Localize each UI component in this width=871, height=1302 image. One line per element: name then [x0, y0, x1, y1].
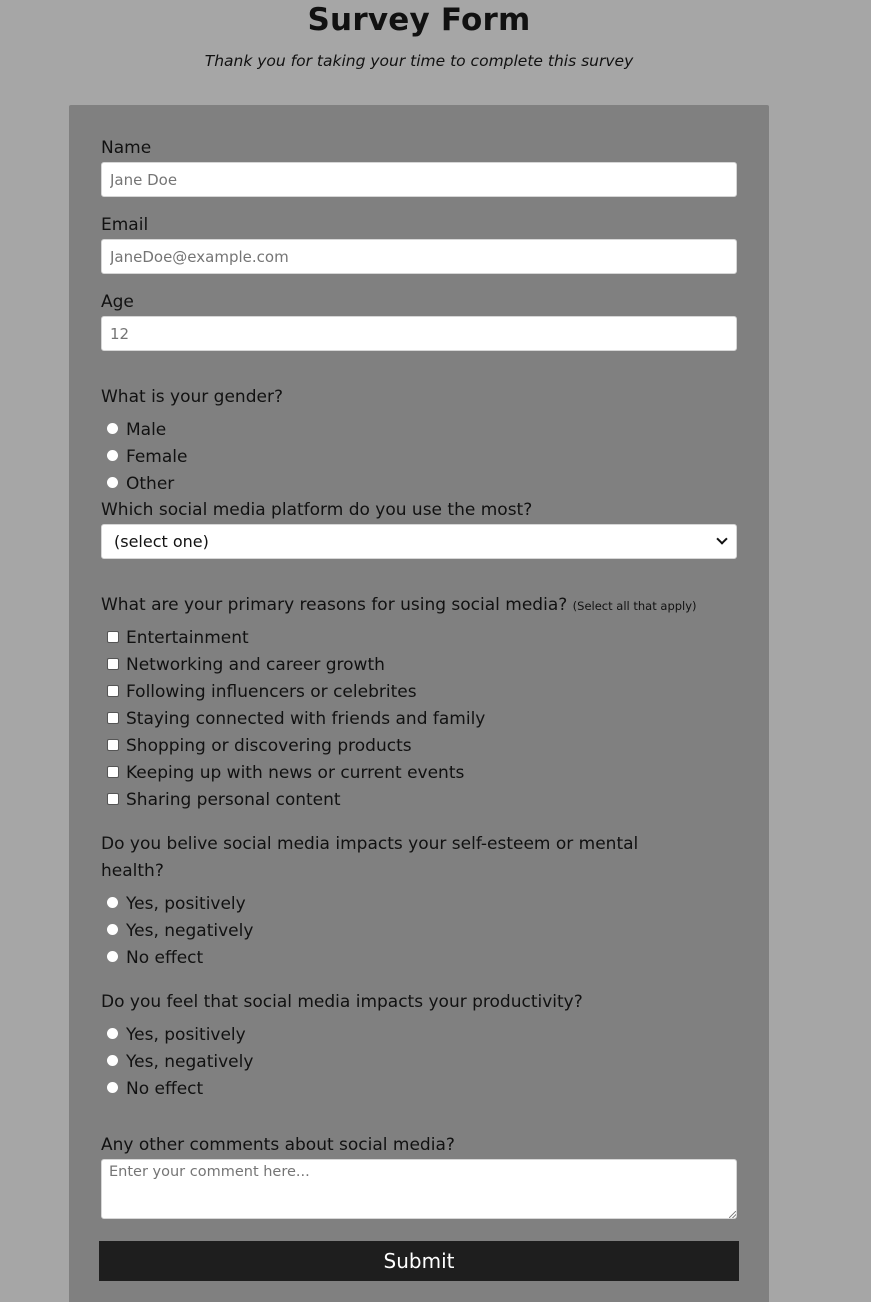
radio-icon[interactable] [107, 1055, 118, 1066]
productivity-option-label: Yes, negatively [126, 1052, 254, 1072]
reason-option-label: Following influencers or celebrites [126, 682, 417, 702]
radio-icon[interactable] [107, 951, 118, 962]
reason-option-sharing[interactable]: Sharing personal content [107, 788, 341, 812]
self-esteem-option-positive[interactable]: Yes, positively [107, 892, 246, 916]
reason-option-shopping[interactable]: Shopping or discovering products [107, 734, 412, 758]
reason-option-entertainment[interactable]: Entertainment [107, 626, 249, 650]
reason-option-label: Sharing personal content [126, 790, 341, 810]
reason-option-label: Staying connected with friends and famil… [126, 709, 486, 729]
age-input[interactable] [101, 316, 737, 351]
checkbox-icon[interactable] [107, 765, 119, 778]
reason-option-label: Networking and career growth [126, 655, 385, 675]
comments-label: Any other comments about social media? [101, 1135, 455, 1155]
gender-option-label: Male [126, 420, 167, 440]
radio-icon[interactable] [107, 450, 118, 461]
submit-button[interactable]: Submit [99, 1241, 739, 1281]
gender-option-label: Other [126, 474, 175, 494]
checkbox-icon[interactable] [107, 657, 119, 670]
reason-option-influencers[interactable]: Following influencers or celebrites [107, 680, 417, 704]
name-input[interactable] [101, 162, 737, 197]
self-esteem-option-label: Yes, positively [126, 894, 246, 914]
self-esteem-option-negative[interactable]: Yes, negatively [107, 919, 253, 943]
survey-form: Name Email Age What is your gender? Male… [69, 105, 769, 1302]
reasons-question-text: What are your primary reasons for using … [101, 595, 568, 615]
checkbox-icon[interactable] [107, 792, 119, 805]
page-title: Survey Form [307, 2, 531, 38]
email-input[interactable] [101, 239, 737, 274]
gender-question: What is your gender? [101, 387, 283, 407]
self-esteem-option-label: No effect [126, 948, 204, 968]
gender-option-male[interactable]: Male [107, 418, 166, 442]
age-label: Age [101, 292, 134, 312]
radio-icon[interactable] [107, 423, 118, 434]
reason-option-networking[interactable]: Networking and career growth [107, 653, 385, 677]
page-description: Thank you for taking your time to comple… [204, 52, 634, 70]
platform-select-value: (select one) [114, 532, 209, 551]
reasons-question: What are your primary reasons for using … [101, 594, 697, 617]
email-label: Email [101, 215, 149, 235]
reasons-hint: (Select all that apply) [572, 599, 697, 613]
reason-option-friends[interactable]: Staying connected with friends and famil… [107, 707, 485, 731]
reason-option-label: Shopping or discovering products [126, 736, 412, 756]
platform-select[interactable]: (select one) [101, 524, 737, 559]
self-esteem-option-none[interactable]: No effect [107, 946, 203, 970]
chevron-down-icon [716, 533, 728, 545]
self-esteem-question-line1: Do you belive social media impacts your … [101, 834, 639, 854]
productivity-option-none[interactable]: No effect [107, 1077, 203, 1101]
radio-icon[interactable] [107, 1082, 118, 1093]
gender-option-female[interactable]: Female [107, 445, 187, 469]
reason-option-label: Entertainment [126, 628, 249, 648]
gender-option-label: Female [126, 447, 188, 467]
checkbox-icon[interactable] [107, 684, 119, 697]
radio-icon[interactable] [107, 924, 118, 935]
productivity-question: Do you feel that social media impacts yo… [101, 992, 583, 1012]
self-esteem-question-line2: health? [101, 861, 164, 881]
checkbox-icon[interactable] [107, 711, 119, 724]
productivity-option-negative[interactable]: Yes, negatively [107, 1050, 253, 1074]
self-esteem-option-label: Yes, negatively [126, 921, 254, 941]
productivity-option-positive[interactable]: Yes, positively [107, 1023, 246, 1047]
productivity-option-label: No effect [126, 1079, 204, 1099]
reason-option-news[interactable]: Keeping up with news or current events [107, 761, 464, 785]
reason-option-label: Keeping up with news or current events [126, 763, 465, 783]
radio-icon[interactable] [107, 477, 118, 488]
platform-question: Which social media platform do you use t… [101, 500, 533, 520]
radio-icon[interactable] [107, 897, 118, 908]
productivity-option-label: Yes, positively [126, 1025, 246, 1045]
name-label: Name [101, 138, 152, 158]
checkbox-icon[interactable] [107, 738, 119, 751]
radio-icon[interactable] [107, 1028, 118, 1039]
checkbox-icon[interactable] [107, 630, 119, 643]
comments-textarea[interactable] [101, 1159, 737, 1219]
gender-option-other[interactable]: Other [107, 472, 174, 496]
